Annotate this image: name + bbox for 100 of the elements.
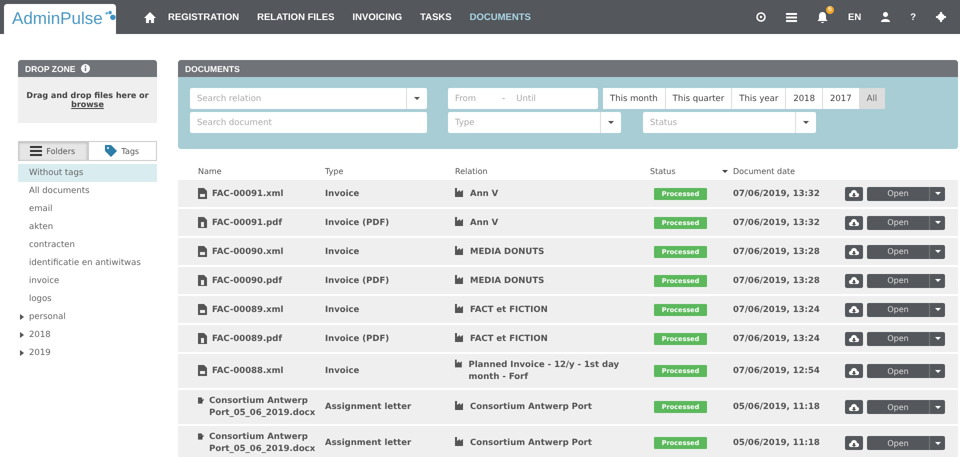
document-edit-icon: [198, 431, 204, 442]
folder-item[interactable]: 2018: [18, 326, 157, 344]
folder-item[interactable]: invoice: [18, 272, 157, 290]
download-button[interactable]: [845, 302, 863, 316]
column-header[interactable]: Name: [178, 166, 325, 176]
cloud-download-icon: [849, 368, 859, 374]
until-date-field[interactable]: Until: [509, 88, 598, 109]
file-name: Consortium Antwerp Port_05_06_2019.docx: [209, 395, 316, 419]
home-icon[interactable]: [144, 12, 156, 22]
open-menu-button[interactable]: [929, 186, 945, 200]
tag-icon: [105, 145, 118, 157]
open-menu-button[interactable]: [929, 216, 945, 230]
download-button[interactable]: [845, 332, 863, 346]
file-name: FAC-00088.xml: [212, 365, 284, 377]
column-header[interactable]: Relation: [455, 166, 650, 176]
column-header[interactable]: Document date: [733, 166, 796, 176]
open-menu-button[interactable]: [929, 400, 945, 414]
document-type: Invoice (PDF): [325, 218, 390, 228]
cloud-download-icon: [849, 190, 859, 197]
caret-icon: [934, 370, 940, 372]
download-button[interactable]: [845, 274, 863, 288]
column-header[interactable]: Status: [650, 166, 729, 176]
help-link[interactable]: ?: [910, 12, 916, 22]
bell-icon[interactable]: [816, 12, 828, 22]
period-button[interactable]: 2018: [786, 88, 823, 109]
document-date: 07/06/2019, 12:54: [733, 366, 821, 376]
open-menu-button[interactable]: [929, 244, 945, 258]
caret-icon: [414, 97, 420, 100]
settings-icon[interactable]: [936, 12, 946, 22]
open-button[interactable]: Open: [867, 436, 929, 450]
nav-link[interactable]: INVOICING: [352, 12, 402, 22]
open-button[interactable]: Open: [867, 186, 929, 200]
folder-item[interactable]: logos: [18, 290, 157, 308]
from-date-field[interactable]: From: [448, 88, 498, 109]
factory-icon: [455, 304, 465, 312]
open-menu-button[interactable]: [929, 332, 945, 346]
caret-icon: [934, 308, 940, 311]
folder-item[interactable]: contracten: [18, 236, 157, 254]
download-button[interactable]: [845, 186, 863, 200]
language-selector[interactable]: EN: [848, 12, 862, 22]
download-button[interactable]: [845, 436, 863, 450]
open-button[interactable]: Open: [867, 302, 929, 316]
open-button[interactable]: Open: [867, 364, 929, 378]
open-button[interactable]: Open: [867, 274, 929, 288]
relation-name: Ann V: [470, 188, 498, 200]
caret-icon: [934, 250, 940, 253]
period-button[interactable]: This year: [732, 88, 786, 109]
period-button[interactable]: 2017: [822, 88, 860, 109]
code-file-icon: [198, 246, 207, 256]
period-button[interactable]: This month: [603, 88, 666, 109]
pdf-file-icon: [198, 332, 207, 344]
folder-item[interactable]: All documents: [18, 182, 157, 200]
document-date: 07/06/2019, 13:24: [733, 334, 821, 344]
download-button[interactable]: [845, 364, 863, 378]
open-button[interactable]: Open: [867, 332, 929, 346]
nav-link[interactable]: REGISTRATION: [168, 12, 240, 22]
open-menu-button[interactable]: [929, 364, 945, 378]
caret-icon: [20, 350, 24, 356]
nav-link[interactable]: TASKS: [420, 12, 452, 22]
document-type: Assignment letter: [325, 402, 412, 412]
user-icon[interactable]: [881, 12, 890, 22]
document-date: 07/06/2019, 13:32: [733, 188, 821, 198]
nav-link[interactable]: DOCUMENTS: [470, 12, 531, 22]
folder-item[interactable]: email: [18, 200, 157, 218]
download-button[interactable]: [845, 216, 863, 230]
caret-icon: [934, 192, 940, 195]
code-file-icon: [198, 188, 207, 198]
open-button[interactable]: Open: [867, 244, 929, 258]
folder-item[interactable]: akten: [18, 218, 157, 236]
pdf-file-icon: [198, 274, 207, 286]
download-button[interactable]: [845, 400, 863, 414]
open-button[interactable]: Open: [867, 216, 929, 230]
relation-name: Consortium Antwerp Port: [470, 401, 592, 413]
factory-icon: [455, 246, 465, 254]
view-toggle-button[interactable]: Tags: [88, 141, 157, 161]
document-type: Invoice (PDF): [325, 276, 390, 286]
panel-title: DOCUMENTS: [185, 64, 240, 74]
period-button[interactable]: All: [860, 88, 886, 109]
open-menu-button[interactable]: [929, 302, 945, 316]
folder-item[interactable]: personal: [18, 308, 157, 326]
view-toggle-button[interactable]: Folders: [18, 141, 88, 161]
browse-link[interactable]: browse: [71, 100, 104, 109]
open-menu-button[interactable]: [929, 436, 945, 450]
column-header[interactable]: Type: [325, 166, 455, 176]
search-document-field[interactable]: Search document: [190, 112, 427, 133]
factory-icon: [455, 359, 464, 368]
open-menu-button[interactable]: [929, 274, 945, 288]
clock-icon[interactable]: [756, 12, 766, 22]
factory-icon: [455, 216, 465, 226]
relation-name: MEDIA DONUTS: [470, 274, 544, 286]
folder-item[interactable]: Without tags: [18, 164, 157, 182]
open-button[interactable]: Open: [867, 400, 929, 414]
download-button[interactable]: [845, 244, 863, 258]
cloud-download-icon: [849, 440, 859, 446]
drop-zone[interactable]: Drag and drop files here or browse: [18, 77, 157, 123]
nav-link[interactable]: RELATION FILES: [257, 12, 334, 22]
folder-item[interactable]: 2019: [18, 344, 157, 362]
period-button[interactable]: This quarter: [666, 88, 732, 109]
list-icon[interactable]: [786, 12, 797, 22]
folder-item[interactable]: identificatie en antiwitwas: [18, 254, 157, 272]
